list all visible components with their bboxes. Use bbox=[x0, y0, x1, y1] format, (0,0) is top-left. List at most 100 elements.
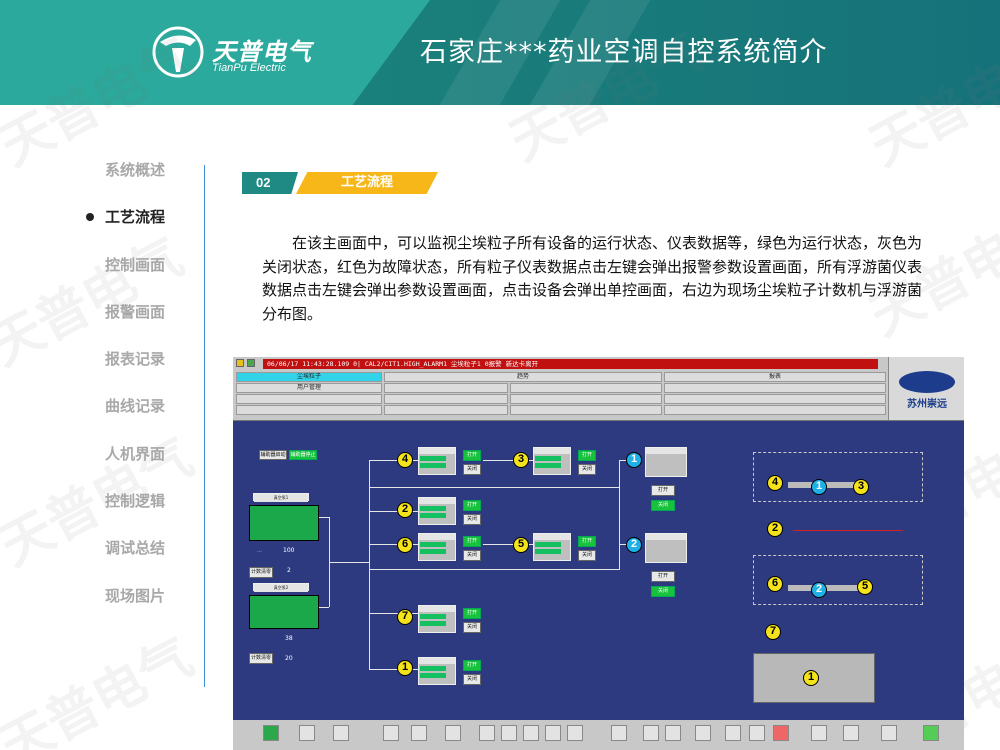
confirm-icon[interactable] bbox=[923, 725, 939, 741]
hmi-map-node-1b[interactable]: 1 bbox=[803, 670, 819, 686]
hmi-particle-counter[interactable] bbox=[533, 533, 571, 561]
hmi-alarm-status-bar[interactable]: 06/06/17 11:43:28.109 0| CAL2/CIT1.HIGH_… bbox=[263, 359, 878, 369]
hmi-close-button[interactable]: 关闭 bbox=[463, 674, 481, 685]
nav-item-curves[interactable]: 曲线记录 bbox=[60, 396, 200, 443]
hmi-menu-empty[interactable] bbox=[236, 394, 382, 404]
hmi-node-2[interactable]: 2 bbox=[397, 502, 413, 518]
hmi-close-button[interactable]: 关闭 bbox=[651, 586, 675, 597]
hmi-close-button[interactable]: 关闭 bbox=[463, 622, 481, 633]
hmi-node-6[interactable]: 6 bbox=[397, 537, 413, 553]
hmi-open-button[interactable]: 打开 bbox=[463, 608, 481, 619]
hmi-open-button[interactable]: 打开 bbox=[578, 536, 596, 547]
nav-item-commissioning[interactable]: 调试总结 bbox=[60, 538, 200, 585]
hmi-particle-counter[interactable] bbox=[418, 447, 456, 475]
hmi-menu-user-mgmt[interactable]: 用户管理 bbox=[236, 383, 382, 393]
hmi-menu-empty[interactable] bbox=[510, 405, 662, 415]
toolbar-icon[interactable] bbox=[299, 725, 315, 741]
hmi-open-button[interactable]: 打开 bbox=[463, 500, 481, 511]
hmi-close-button[interactable]: 关闭 bbox=[463, 550, 481, 561]
hmi-particle-counter[interactable] bbox=[418, 533, 456, 561]
hmi-open-button[interactable]: 打开 bbox=[463, 660, 481, 671]
toolbar-icon[interactable] bbox=[383, 725, 399, 741]
hmi-menu-empty[interactable] bbox=[510, 394, 662, 404]
hmi-map-node-2[interactable]: 2 bbox=[767, 521, 783, 537]
hmi-menu-empty[interactable] bbox=[236, 405, 382, 415]
toolbar-icon[interactable] bbox=[725, 725, 741, 741]
hmi-open-button[interactable]: 打开 bbox=[463, 450, 481, 461]
refresh-icon[interactable] bbox=[611, 725, 627, 741]
hmi-node-7[interactable]: 7 bbox=[397, 609, 413, 625]
hmi-open-button[interactable]: 打开 bbox=[651, 485, 675, 496]
nav-item-reports[interactable]: 报表记录 bbox=[60, 349, 200, 396]
hmi-value-b[interactable]: 2 bbox=[287, 567, 291, 574]
hmi-value-a[interactable]: 100 bbox=[283, 547, 294, 554]
hmi-menu-empty[interactable] bbox=[664, 383, 886, 393]
hmi-close-button[interactable]: 关闭 bbox=[578, 550, 596, 561]
toolbar-icon[interactable] bbox=[665, 725, 681, 741]
nav-item-control-logic[interactable]: 控制逻辑 bbox=[60, 491, 200, 538]
nav-item-control-screen[interactable]: 控制画面 bbox=[60, 255, 200, 302]
hmi-menu-empty[interactable] bbox=[384, 405, 508, 415]
toolbar-icon[interactable] bbox=[643, 725, 659, 741]
nav-item-process[interactable]: 工艺流程 bbox=[60, 207, 200, 254]
hmi-menu-empty[interactable] bbox=[664, 394, 886, 404]
hmi-aux-stop-button[interactable]: 辅助器停止 bbox=[289, 450, 317, 460]
hmi-node-4[interactable]: 4 bbox=[397, 452, 413, 468]
hmi-node-2b[interactable]: 2 bbox=[626, 537, 642, 553]
hmi-node-1b[interactable]: 1 bbox=[397, 660, 413, 676]
toolbar-icon[interactable] bbox=[479, 725, 495, 741]
hmi-open-button[interactable]: 打开 bbox=[463, 536, 481, 547]
nav-item-alarm-screen[interactable]: 报警画面 bbox=[60, 302, 200, 349]
help-icon[interactable] bbox=[843, 725, 859, 741]
hmi-microbe-sampler[interactable] bbox=[645, 447, 687, 477]
hmi-microbe-sampler[interactable] bbox=[645, 533, 687, 563]
hmi-close-button[interactable]: 关闭 bbox=[463, 514, 481, 525]
hmi-close-button[interactable]: 关闭 bbox=[578, 464, 596, 475]
hmi-map-node-5[interactable]: 5 bbox=[857, 579, 873, 595]
nav-item-site-photos[interactable]: 现场图片 bbox=[60, 586, 200, 633]
hmi-particle-counter[interactable] bbox=[418, 657, 456, 685]
nav-item-overview[interactable]: 系统概述 bbox=[60, 160, 200, 207]
nav-up-icon[interactable] bbox=[523, 725, 539, 741]
hmi-aux-start-button[interactable]: 辅助器启动 bbox=[259, 450, 287, 460]
hmi-open-button[interactable]: 打开 bbox=[578, 450, 596, 461]
hmi-vacuum-pump-1[interactable] bbox=[249, 505, 319, 541]
hmi-counter-reset-button[interactable]: 计数清零 bbox=[249, 567, 273, 578]
hmi-close-button[interactable]: 关闭 bbox=[463, 464, 481, 475]
hmi-node-3[interactable]: 3 bbox=[513, 452, 529, 468]
toolbar-icon[interactable] bbox=[881, 725, 897, 741]
toolbar-icon[interactable] bbox=[411, 725, 427, 741]
hmi-value-c[interactable]: 38 bbox=[285, 635, 293, 642]
hmi-menu-trend[interactable]: 趋势 bbox=[384, 372, 662, 382]
hmi-menu-empty[interactable] bbox=[664, 405, 886, 415]
toolbar-icon[interactable] bbox=[811, 725, 827, 741]
hmi-menu-empty[interactable] bbox=[384, 383, 508, 393]
toolbar-icon[interactable] bbox=[695, 725, 711, 741]
hmi-close-button[interactable]: 关闭 bbox=[651, 500, 675, 511]
hmi-map-node-2b[interactable]: 2 bbox=[811, 582, 827, 598]
hmi-map-node-7[interactable]: 7 bbox=[765, 624, 781, 640]
hmi-vacuum-pump-2[interactable] bbox=[249, 595, 319, 629]
nav-down-icon[interactable] bbox=[545, 725, 561, 741]
hmi-particle-counter[interactable] bbox=[533, 447, 571, 475]
hmi-particle-counter[interactable] bbox=[418, 497, 456, 525]
hmi-menu-empty[interactable] bbox=[510, 383, 662, 393]
hmi-menu-empty[interactable] bbox=[384, 394, 508, 404]
toolbar-icon[interactable] bbox=[445, 725, 461, 741]
hmi-menu-dust-particles[interactable]: 尘埃粒子 bbox=[236, 372, 382, 382]
toolbar-icon[interactable] bbox=[333, 725, 349, 741]
hmi-particle-counter[interactable] bbox=[418, 605, 456, 633]
hmi-node-1[interactable]: 1 bbox=[626, 452, 642, 468]
hmi-map-node-4[interactable]: 4 bbox=[767, 475, 783, 491]
toolbar-icon[interactable] bbox=[749, 725, 765, 741]
nav-down-icon[interactable] bbox=[567, 725, 583, 741]
play-icon[interactable] bbox=[263, 725, 279, 741]
hmi-map-node-6[interactable]: 6 bbox=[767, 576, 783, 592]
delete-icon[interactable] bbox=[773, 725, 789, 741]
hmi-map-node-3[interactable]: 3 bbox=[853, 479, 869, 495]
hmi-counter-reset-button[interactable]: 计数清零 bbox=[249, 653, 273, 664]
nav-item-hmi[interactable]: 人机界面 bbox=[60, 444, 200, 491]
hmi-open-button[interactable]: 打开 bbox=[651, 571, 675, 582]
hmi-menu-report[interactable]: 报表 bbox=[664, 372, 886, 382]
hmi-node-5[interactable]: 5 bbox=[513, 537, 529, 553]
